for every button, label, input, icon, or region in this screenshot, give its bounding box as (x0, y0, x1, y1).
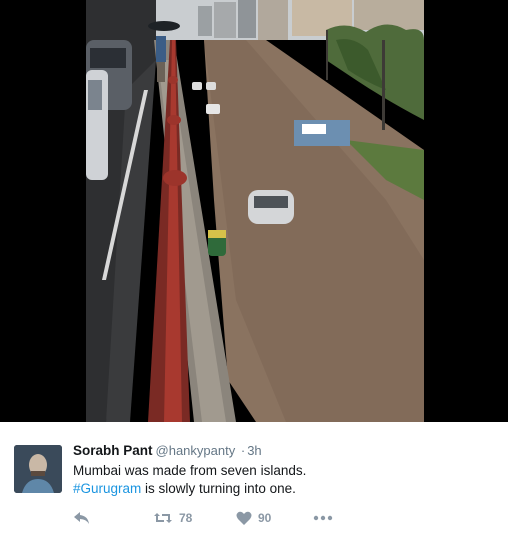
author-name[interactable]: Sorabh Pant (73, 443, 153, 458)
separator: · (240, 443, 246, 458)
tweet-text-line-2-rest: is slowly turning into one. (141, 481, 296, 496)
avatar[interactable] (14, 445, 62, 493)
retweet-button[interactable]: 78 (153, 508, 192, 528)
retweet-icon (153, 510, 173, 526)
tweet-text: Mumbai was made from seven islands. #Gur… (73, 462, 493, 498)
like-button[interactable]: 90 (236, 508, 271, 528)
flooded-road-photo[interactable] (86, 0, 424, 422)
reply-button[interactable] (73, 508, 91, 528)
hashtag-link[interactable]: #Gurugram (73, 481, 141, 496)
tweet-media[interactable] (0, 0, 508, 422)
heart-icon (236, 511, 252, 526)
reply-icon (73, 510, 91, 526)
more-icon (313, 515, 333, 521)
tweet: Sorabh Pant @hankypanty · 3h Mumbai was ma… (0, 422, 508, 542)
tweet-text-line-2: #Gurugram is slowly turning into one. (73, 480, 493, 498)
tweet-actions: 78 90 (73, 508, 473, 528)
retweet-count: 78 (179, 511, 193, 525)
more-button[interactable] (313, 508, 333, 528)
like-count: 90 (258, 511, 272, 525)
tweet-header: Sorabh Pant @hankypanty · 3h (73, 443, 262, 459)
author-handle[interactable]: @hankypanty (156, 443, 236, 458)
tweet-text-line-1: Mumbai was made from seven islands. (73, 463, 307, 478)
timestamp[interactable]: 3h (247, 443, 261, 458)
